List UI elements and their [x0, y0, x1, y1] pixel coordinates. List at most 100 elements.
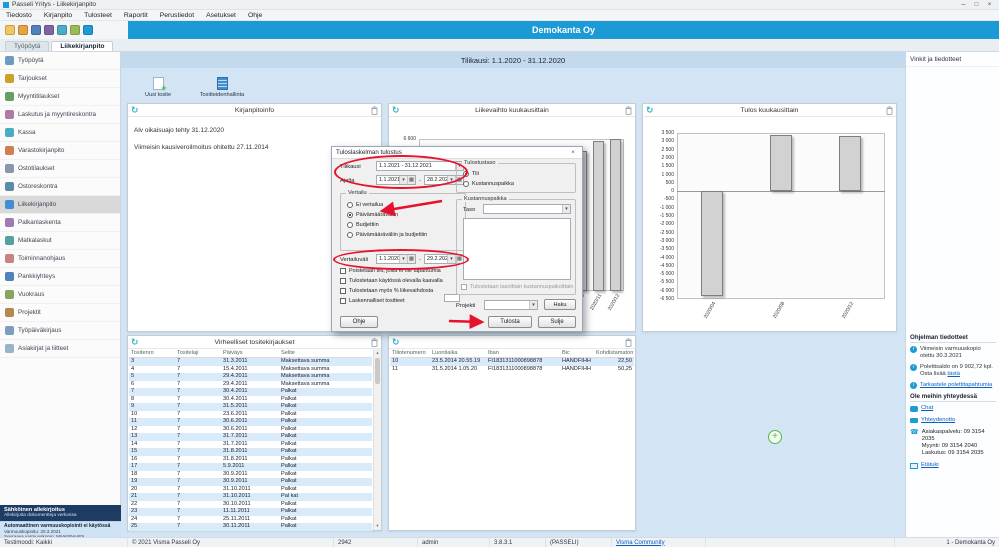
- tasoittain-checkbox[interactable]: Tulostetaan tasoittain kustannuspaikoitt…: [461, 284, 575, 290]
- sidebar-item-9[interactable]: Liikekirjanpito: [0, 196, 120, 214]
- sidebar-item-16[interactable]: Työpäiväkirjaus: [0, 322, 120, 340]
- table-row[interactable]: 9731.5.2011Palkat: [129, 403, 372, 411]
- trash-icon[interactable]: [371, 338, 378, 347]
- table-row[interactable]: 22730.10.2011Palkat: [129, 501, 372, 509]
- print-icon[interactable]: [44, 25, 54, 35]
- sidebar-item-6[interactable]: Varastokirjanpito: [0, 142, 120, 160]
- vertailu-radio-1[interactable]: Ei vertailua: [347, 202, 463, 208]
- table-row[interactable]: 12730.6.2011Palkat: [129, 426, 372, 434]
- contact-link[interactable]: Yhteydenotto: [921, 417, 955, 424]
- calendar-icon[interactable]: [407, 255, 415, 263]
- print-option-checkbox-1[interactable]: Poistetaan tilit, joilla ei ole tapahtum…: [340, 268, 472, 274]
- table-row[interactable]: 18730.9.2011Palkat: [129, 471, 372, 479]
- visma-community-link[interactable]: Visma Community: [616, 540, 665, 546]
- menu-tiedosto[interactable]: Tiedosto: [0, 12, 38, 19]
- sidebar-item-10[interactable]: Palkanlaskenta: [0, 214, 120, 232]
- add-widget-button[interactable]: [768, 430, 782, 444]
- chat-link[interactable]: Chat: [921, 405, 933, 412]
- close-button[interactable]: ×: [983, 2, 996, 8]
- voucher-management-button[interactable]: Tositteidenhallinta: [193, 72, 251, 102]
- sidebar-item-8[interactable]: Ostoreskontra: [0, 178, 120, 196]
- poletti-link[interactable]: tästä: [947, 371, 960, 377]
- menu-ohje[interactable]: Ohje: [242, 12, 268, 19]
- scrollbar-thumb[interactable]: [375, 358, 380, 384]
- dropdown-icon[interactable]: [529, 301, 537, 309]
- vertailuvali-from-field[interactable]: 1.1.2020: [376, 254, 416, 264]
- search-icon[interactable]: [57, 25, 67, 35]
- vertailu-radio-2[interactable]: Päivämääräväliin: [347, 212, 463, 218]
- sidebar-item-4[interactable]: Laskutus ja myyntireskontra: [0, 106, 120, 124]
- help-button[interactable]: Ohje: [340, 316, 378, 328]
- remote-support-link[interactable]: Etätuki: [921, 462, 939, 469]
- table-row[interactable]: 19730.9.2011Palkat: [129, 478, 372, 486]
- kustannuspaikka-listbox[interactable]: [463, 218, 571, 280]
- table-row[interactable]: 15731.8.2011Palkat: [129, 448, 372, 456]
- table-row[interactable]: 1775.9.2011Palkat: [129, 463, 372, 471]
- table-row[interactable]: 5729.4.2011Maksettava summa: [129, 373, 372, 381]
- help-icon[interactable]: [83, 25, 93, 35]
- laskennalliset-input[interactable]: [444, 294, 460, 302]
- refresh-icon[interactable]: [392, 337, 402, 347]
- dropdown-icon[interactable]: [399, 176, 407, 184]
- table-row[interactable]: 23711.11.2011Palkat: [129, 508, 372, 516]
- table-row[interactable]: 1023.5.2014 20.55.19FI1831311000898878HA…: [390, 358, 634, 366]
- calendar-icon[interactable]: [407, 176, 415, 184]
- save-icon[interactable]: [31, 25, 41, 35]
- dropdown-icon[interactable]: [447, 255, 455, 263]
- new-document-icon[interactable]: [5, 25, 15, 35]
- table-scrollbar[interactable]: ▲ ▼: [373, 349, 381, 530]
- scroll-up-icon[interactable]: ▲: [374, 349, 381, 357]
- print-option-checkbox-2[interactable]: Tulostetaan käytössä olevalla kaavalla: [340, 278, 472, 284]
- sidebar-item-15[interactable]: Projektit: [0, 304, 120, 322]
- projekti-select[interactable]: [484, 300, 538, 310]
- ajalta-from-field[interactable]: 1.1.2021: [376, 175, 416, 185]
- sidebar-item-14[interactable]: Vuokraus: [0, 286, 120, 304]
- menu-kirjanpito[interactable]: Kirjanpito: [38, 12, 78, 19]
- scroll-down-icon[interactable]: ▼: [374, 522, 381, 530]
- close-dialog-button[interactable]: Sulje: [538, 316, 576, 328]
- table-row[interactable]: 8730.4.2011Palkat: [129, 396, 372, 404]
- refresh-icon[interactable]: [392, 105, 402, 115]
- sidebar-item-1[interactable]: Työpöytä: [0, 52, 120, 70]
- dropdown-icon[interactable]: [447, 176, 455, 184]
- refresh-icon[interactable]: [131, 337, 141, 347]
- tab-liikekirjanpito[interactable]: Liikekirjanpito: [51, 41, 113, 51]
- table-row[interactable]: 21731.10.2011Pal kat: [129, 493, 372, 501]
- table-row[interactable]: 16731.8.2011Palkat: [129, 456, 372, 464]
- poletti-events-link[interactable]: Tarkastele polettitapahtumia: [920, 382, 992, 389]
- dropdown-icon[interactable]: [562, 205, 570, 213]
- sidebar-item-13[interactable]: Pankkiyhteys: [0, 268, 120, 286]
- menu-asetukset[interactable]: Asetukset: [200, 12, 242, 19]
- table-row[interactable]: 11730.6.2011Palkat: [129, 418, 372, 426]
- table-row[interactable]: 1131.5.2014 1.05.20FI1831311000898878HAN…: [390, 366, 634, 374]
- sidebar-item-5[interactable]: Kassa: [0, 124, 120, 142]
- trash-icon[interactable]: [625, 106, 632, 115]
- backup-notice[interactable]: Automaattinen varmuuskopiointi ei käytös…: [0, 521, 121, 537]
- sidebar-item-7[interactable]: Ostotilaukset: [0, 160, 120, 178]
- table-row[interactable]: 6729.4.2011Maksettava summa: [129, 381, 372, 389]
- sidebar-item-11[interactable]: Matkalaskut: [0, 232, 120, 250]
- menu-perustiedot[interactable]: Perustiedot: [154, 12, 200, 19]
- sidebar-item-17[interactable]: Asiakirjat ja liitteet: [0, 340, 120, 358]
- haku-button[interactable]: Haku: [544, 299, 576, 310]
- sidebar-item-3[interactable]: Myyntitilaukset: [0, 88, 120, 106]
- table-row[interactable]: 24725.11.2011Palkat: [129, 516, 372, 524]
- open-folder-icon[interactable]: [18, 25, 28, 35]
- print-button[interactable]: Tulosta: [488, 316, 532, 328]
- table-row[interactable]: 7730.4.2011Palkat: [129, 388, 372, 396]
- tilikausi-select[interactable]: 1.1.2021 - 31.12.2021: [376, 161, 464, 171]
- table-row[interactable]: 25730.11.2011Palkat: [129, 523, 372, 531]
- tulostustaso-radio-1[interactable]: Tili: [463, 171, 573, 177]
- maximize-button[interactable]: □: [970, 2, 983, 8]
- sidebar-item-2[interactable]: Tarjoukset: [0, 70, 120, 88]
- table-row[interactable]: 20731.10.2011Palkat: [129, 486, 372, 494]
- calculator-icon[interactable]: [70, 25, 80, 35]
- dialog-close-icon[interactable]: ×: [568, 149, 578, 156]
- minimize-button[interactable]: ─: [957, 2, 970, 8]
- table-row[interactable]: 14731.7.2011Palkat: [129, 441, 372, 449]
- table-row[interactable]: 4715.4.2011Maksettava summa: [129, 366, 372, 374]
- taso-select[interactable]: [483, 204, 571, 214]
- vertailu-radio-4[interactable]: Päivämääräväliin ja budjettiin: [347, 232, 463, 238]
- trash-icon[interactable]: [886, 106, 893, 115]
- new-voucher-button[interactable]: Uusi tosite: [129, 72, 187, 102]
